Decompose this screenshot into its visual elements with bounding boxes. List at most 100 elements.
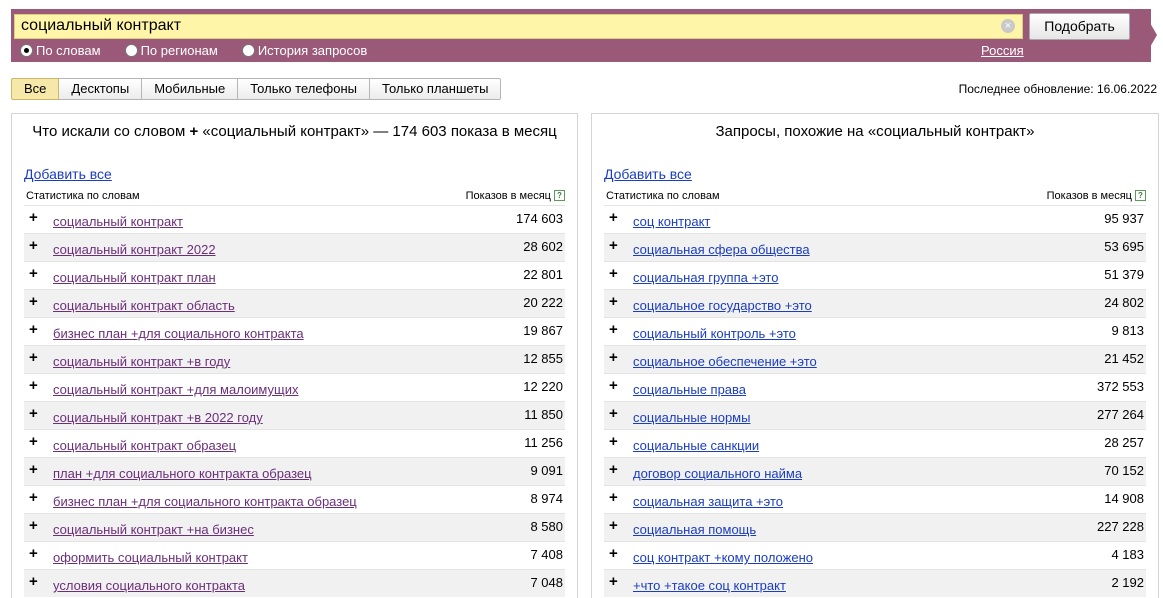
add-all-link[interactable]: Добавить все xyxy=(24,166,112,182)
phrase-link[interactable]: оформить социальный контракт xyxy=(53,550,248,565)
add-phrase-icon[interactable]: + xyxy=(29,294,38,309)
add-phrase-icon[interactable]: + xyxy=(609,266,618,281)
add-phrase-icon[interactable]: + xyxy=(609,546,618,561)
phrase-link[interactable]: социальный контракт +в году xyxy=(53,354,230,369)
help-icon[interactable]: ? xyxy=(554,190,565,201)
add-phrase-icon[interactable]: + xyxy=(609,294,618,309)
tab-tablets-only[interactable]: Только планшеты xyxy=(370,78,502,100)
table-row: + социальная сфера общества 53 695 xyxy=(604,233,1146,261)
phrase-link[interactable]: социальные нормы xyxy=(633,410,750,425)
impressions-count: 9 813 xyxy=(1111,323,1144,338)
add-phrase-icon[interactable]: + xyxy=(29,546,38,561)
phrase-link[interactable]: социальный контракт план xyxy=(53,270,216,285)
phrase-link[interactable]: бизнес план +для социального контракта xyxy=(53,326,304,341)
table-row: + социальный контракт план 22 801 xyxy=(24,261,565,289)
phrase-link[interactable]: договор социального найма xyxy=(633,466,802,481)
add-phrase-icon[interactable]: + xyxy=(29,350,38,365)
column-count-header: Показов в месяц xyxy=(465,190,551,202)
add-phrase-icon[interactable]: + xyxy=(29,462,38,477)
phrase-link[interactable]: социальный контракт +для малоимущих xyxy=(53,382,298,397)
phrase-link[interactable]: +что +такое соц контракт xyxy=(633,578,786,593)
add-phrase-icon[interactable]: + xyxy=(609,322,618,337)
phrase-link[interactable]: социальная группа +это xyxy=(633,270,778,285)
phrase-link[interactable]: социальный контракт образец xyxy=(53,438,236,453)
add-phrase-icon[interactable]: + xyxy=(29,406,38,421)
submit-button[interactable]: Подобрать xyxy=(1029,13,1130,40)
radio-label: По регионам xyxy=(140,42,218,58)
device-tabs: Все Десктопы Мобильные Только телефоны Т… xyxy=(11,78,502,100)
add-phrase-icon[interactable]: + xyxy=(609,238,618,253)
impressions-count: 53 695 xyxy=(1104,239,1144,254)
phrase-link[interactable]: социальный контракт +в 2022 году xyxy=(53,410,263,425)
phrase-link[interactable]: социальные санкции xyxy=(633,438,759,453)
add-phrase-icon[interactable]: + xyxy=(29,518,38,533)
add-phrase-icon[interactable]: + xyxy=(609,490,618,505)
impressions-count: 4 183 xyxy=(1111,547,1144,562)
help-icon[interactable]: ? xyxy=(1135,190,1146,201)
table-row: + социальный контракт область 20 222 xyxy=(24,289,565,317)
table-row: + социальная защита +это 14 908 xyxy=(604,485,1146,513)
phrase-link[interactable]: соц контракт +кому положено xyxy=(633,550,813,565)
phrase-link[interactable]: план +для социального контракта образец xyxy=(53,466,312,481)
radio-label: По словам xyxy=(36,42,101,58)
add-phrase-icon[interactable]: + xyxy=(609,462,618,477)
radio-history[interactable]: История запросов xyxy=(241,42,367,58)
clear-icon[interactable]: × xyxy=(1001,19,1015,33)
column-phrase-header: Статистика по словам xyxy=(606,190,720,202)
phrase-link[interactable]: социальный контроль +это xyxy=(633,326,796,341)
add-phrase-icon[interactable]: + xyxy=(609,350,618,365)
add-phrase-icon[interactable]: + xyxy=(29,266,38,281)
table-row: + социальный контракт 2022 28 602 xyxy=(24,233,565,261)
add-phrase-icon[interactable]: + xyxy=(609,574,618,589)
add-phrase-icon[interactable]: + xyxy=(29,490,38,505)
add-phrase-icon[interactable]: + xyxy=(609,210,618,225)
table-row: + социальный контракт +в году 12 855 xyxy=(24,345,565,373)
phrase-link[interactable]: социальный контракт область xyxy=(53,298,235,313)
table-row: + социальный контракт +в 2022 году 11 850 xyxy=(24,401,565,429)
tab-phones-only[interactable]: Только телефоны xyxy=(238,78,371,100)
title-part-1: Что искали со словом xyxy=(32,123,186,140)
add-phrase-icon[interactable]: + xyxy=(609,434,618,449)
phrase-link[interactable]: социальное государство +это xyxy=(633,298,812,313)
impressions-count: 22 801 xyxy=(523,267,563,282)
add-all-link[interactable]: Добавить все xyxy=(604,166,692,182)
impressions-count: 7 408 xyxy=(530,547,563,562)
impressions-count: 14 908 xyxy=(1104,491,1144,506)
add-phrase-icon[interactable]: + xyxy=(609,406,618,421)
add-phrase-icon[interactable]: + xyxy=(29,574,38,589)
tab-desktops[interactable]: Десктопы xyxy=(59,78,143,100)
tab-mobile[interactable]: Мобильные xyxy=(142,78,239,100)
radio-by-words[interactable]: По словам xyxy=(20,42,101,58)
impressions-count: 11 850 xyxy=(524,407,563,422)
add-phrase-icon[interactable]: + xyxy=(29,322,38,337)
add-phrase-icon[interactable]: + xyxy=(609,378,618,393)
impressions-count: 11 256 xyxy=(524,435,563,450)
add-phrase-icon[interactable]: + xyxy=(609,518,618,533)
table-row: + соц контракт 95 937 xyxy=(604,205,1146,233)
impressions-count: 7 048 xyxy=(530,575,563,590)
phrase-link[interactable]: социальная сфера общества xyxy=(633,242,810,257)
phrase-link[interactable]: социальные права xyxy=(633,382,746,397)
results-list: + соц контракт 95 937 + социальная сфера общ… xyxy=(604,205,1146,597)
add-phrase-icon[interactable]: + xyxy=(29,210,38,225)
phrase-link[interactable]: социальная защита +это xyxy=(633,494,783,509)
tab-all[interactable]: Все xyxy=(11,78,60,100)
add-phrase-icon[interactable]: + xyxy=(29,434,38,449)
search-input[interactable]: социальный контракт xyxy=(14,14,1023,39)
phrase-link[interactable]: социальное обеспечение +это xyxy=(633,354,817,369)
impressions-count: 277 264 xyxy=(1097,407,1144,422)
phrase-link[interactable]: социальный контракт 2022 xyxy=(53,242,216,257)
phrase-link[interactable]: соц контракт xyxy=(633,214,710,229)
phrase-link[interactable]: бизнес план +для социального контракта о… xyxy=(53,494,357,509)
table-row: + соц контракт +кому положено 4 183 xyxy=(604,541,1146,569)
phrase-link[interactable]: социальный контракт xyxy=(53,214,183,229)
add-phrase-icon[interactable]: + xyxy=(29,378,38,393)
radio-by-regions[interactable]: По регионам xyxy=(124,42,218,58)
add-phrase-icon[interactable]: + xyxy=(29,238,38,253)
column-count-header: Показов в месяц xyxy=(1046,190,1132,202)
region-link[interactable]: Россия xyxy=(981,43,1024,58)
phrase-link[interactable]: условия социального контракта xyxy=(53,578,245,593)
impressions-count: 8 580 xyxy=(530,519,563,534)
phrase-link[interactable]: социальная помощь xyxy=(633,522,756,537)
phrase-link[interactable]: социальный контракт +на бизнес xyxy=(53,522,254,537)
